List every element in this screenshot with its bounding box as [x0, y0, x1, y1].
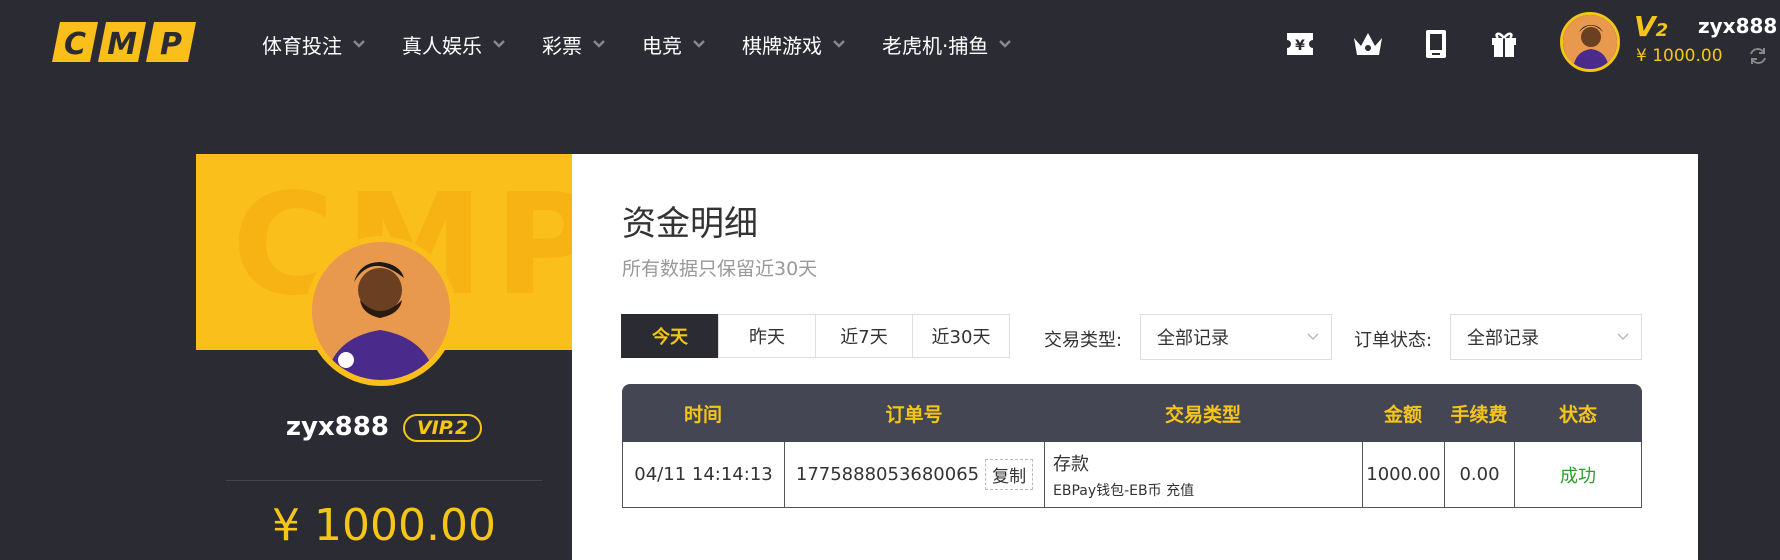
tab-last-30-days[interactable]: 近30天: [912, 314, 1010, 358]
chevron-down-icon: [833, 40, 845, 48]
chevron-down-icon: [999, 40, 1012, 48]
order-status-label: 订单状态:: [1354, 330, 1433, 351]
vip-level-badge: V2: [1634, 12, 1668, 46]
cell-amount: 1000.00: [1363, 442, 1445, 507]
gift-icon[interactable]: [1484, 24, 1524, 64]
copy-button[interactable]: 复制: [985, 459, 1034, 490]
refresh-icon[interactable]: [1748, 46, 1768, 66]
profile-panel: CMP zyx888VIP.2 ¥ 1000.00: [196, 154, 572, 560]
avatar[interactable]: [1560, 12, 1620, 72]
ticket-icon[interactable]: ¥: [1280, 24, 1320, 64]
col-amount: 金额: [1383, 403, 1422, 426]
cell-order-no: 1775888053680065 复制: [785, 442, 1045, 507]
chevron-down-icon: [353, 40, 365, 48]
date-range-tabs: 今天 昨天 近7天 近30天: [621, 314, 1010, 358]
chevron-down-icon: [693, 40, 705, 48]
tablet-icon[interactable]: [1416, 24, 1456, 64]
profile-name-row: zyx888 VIP.2: [196, 412, 572, 442]
nav-live-casino-label: 真人娱乐: [402, 33, 482, 58]
nav-sports-label: 体育投注: [262, 33, 342, 58]
col-time: 时间: [683, 403, 722, 426]
nav-esports[interactable]: 电竞: [642, 30, 706, 59]
col-order-no: 订单号: [885, 403, 943, 426]
header-username: zyx888: [1698, 14, 1778, 38]
table-header: 时间 订单号 交易类型 金额 手续费 状态: [622, 384, 1642, 442]
nav-sports[interactable]: 体育投注: [262, 30, 366, 59]
chevron-down-icon: [1617, 333, 1629, 341]
transaction-type-value: 全部记录: [1157, 328, 1229, 349]
status-badge: 成功: [1560, 465, 1596, 487]
nav-lottery-label: 彩票: [542, 33, 582, 58]
profile-balance: ¥ 1000.00: [272, 500, 496, 551]
col-transaction-type: 交易类型: [1164, 403, 1241, 426]
col-fee: 手续费: [1450, 403, 1508, 426]
nav-slots-fishing[interactable]: 老虎机·捕鱼: [882, 30, 1012, 59]
transaction-type-label: 交易类型:: [1044, 330, 1123, 351]
svg-text:C: C: [64, 27, 86, 62]
vip-badge: VIP.2: [402, 413, 483, 442]
divider: [226, 480, 542, 481]
col-status: 状态: [1558, 403, 1597, 426]
order-status-select[interactable]: 全部记录: [1450, 314, 1642, 360]
chevron-down-icon: [1307, 333, 1319, 341]
svg-text:P: P: [160, 27, 182, 62]
fund-details-panel: 资金明细 所有数据只保留近30天 今天 昨天 近7天 近30天 交易类型: 全部…: [572, 154, 1698, 560]
vip-letter: V: [1634, 10, 1656, 43]
header-icons: ¥: [1280, 24, 1552, 64]
nav-card-games[interactable]: 棋牌游戏: [742, 30, 846, 59]
nav-esports-label: 电竞: [642, 33, 682, 58]
chevron-down-icon: [593, 40, 605, 48]
cell-fee: 0.00: [1445, 442, 1515, 507]
nav-slots-fishing-label: 老虎机·捕鱼: [882, 33, 989, 58]
nav-lottery[interactable]: 彩票: [542, 30, 606, 59]
tab-today[interactable]: 今天: [621, 314, 719, 358]
transaction-type-main: 存款: [1053, 453, 1089, 475]
top-header: C M P 体育投注 真人娱乐 彩票 电竞 棋牌游戏 老虎机·捕鱼 ¥ V2 z…: [0, 0, 1780, 88]
cmp-logo[interactable]: C M P: [50, 20, 198, 64]
order-status-value: 全部记录: [1467, 328, 1539, 349]
svg-text:¥: ¥: [1295, 38, 1305, 54]
nav-card-games-label: 棋牌游戏: [742, 33, 822, 58]
profile-username: zyx888: [285, 412, 389, 442]
page-title: 资金明细: [622, 204, 758, 244]
svg-text:M: M: [107, 27, 137, 62]
vip-level-number: 2: [1655, 20, 1669, 41]
nav-live-casino[interactable]: 真人娱乐: [402, 30, 506, 59]
tab-yesterday[interactable]: 昨天: [718, 314, 816, 358]
transaction-type-detail: EBPay钱包-EB币 充值: [1053, 482, 1195, 499]
table-row: 04/11 14:14:13 1775888053680065 复制 存款 EB…: [622, 442, 1642, 508]
main-nav: 体育投注 真人娱乐 彩票 电竞 棋牌游戏 老虎机·捕鱼: [262, 0, 1048, 88]
tab-last-7-days[interactable]: 近7天: [815, 314, 913, 358]
transactions-table: 时间 订单号 交易类型 金额 手续费 状态 04/11 14:14:13 177…: [622, 384, 1642, 508]
order-number: 1775888053680065: [795, 464, 980, 485]
chevron-down-icon: [493, 40, 505, 48]
page-subtitle: 所有数据只保留近30天: [622, 258, 818, 280]
header-balance: ¥ 1000.00: [1636, 46, 1723, 66]
transaction-type-select[interactable]: 全部记录: [1140, 314, 1332, 360]
cell-transaction-type: 存款 EBPay钱包-EB币 充值: [1045, 442, 1363, 507]
crown-icon[interactable]: [1348, 24, 1388, 64]
profile-avatar: [306, 236, 456, 386]
cell-time: 04/11 14:14:13: [623, 442, 785, 507]
